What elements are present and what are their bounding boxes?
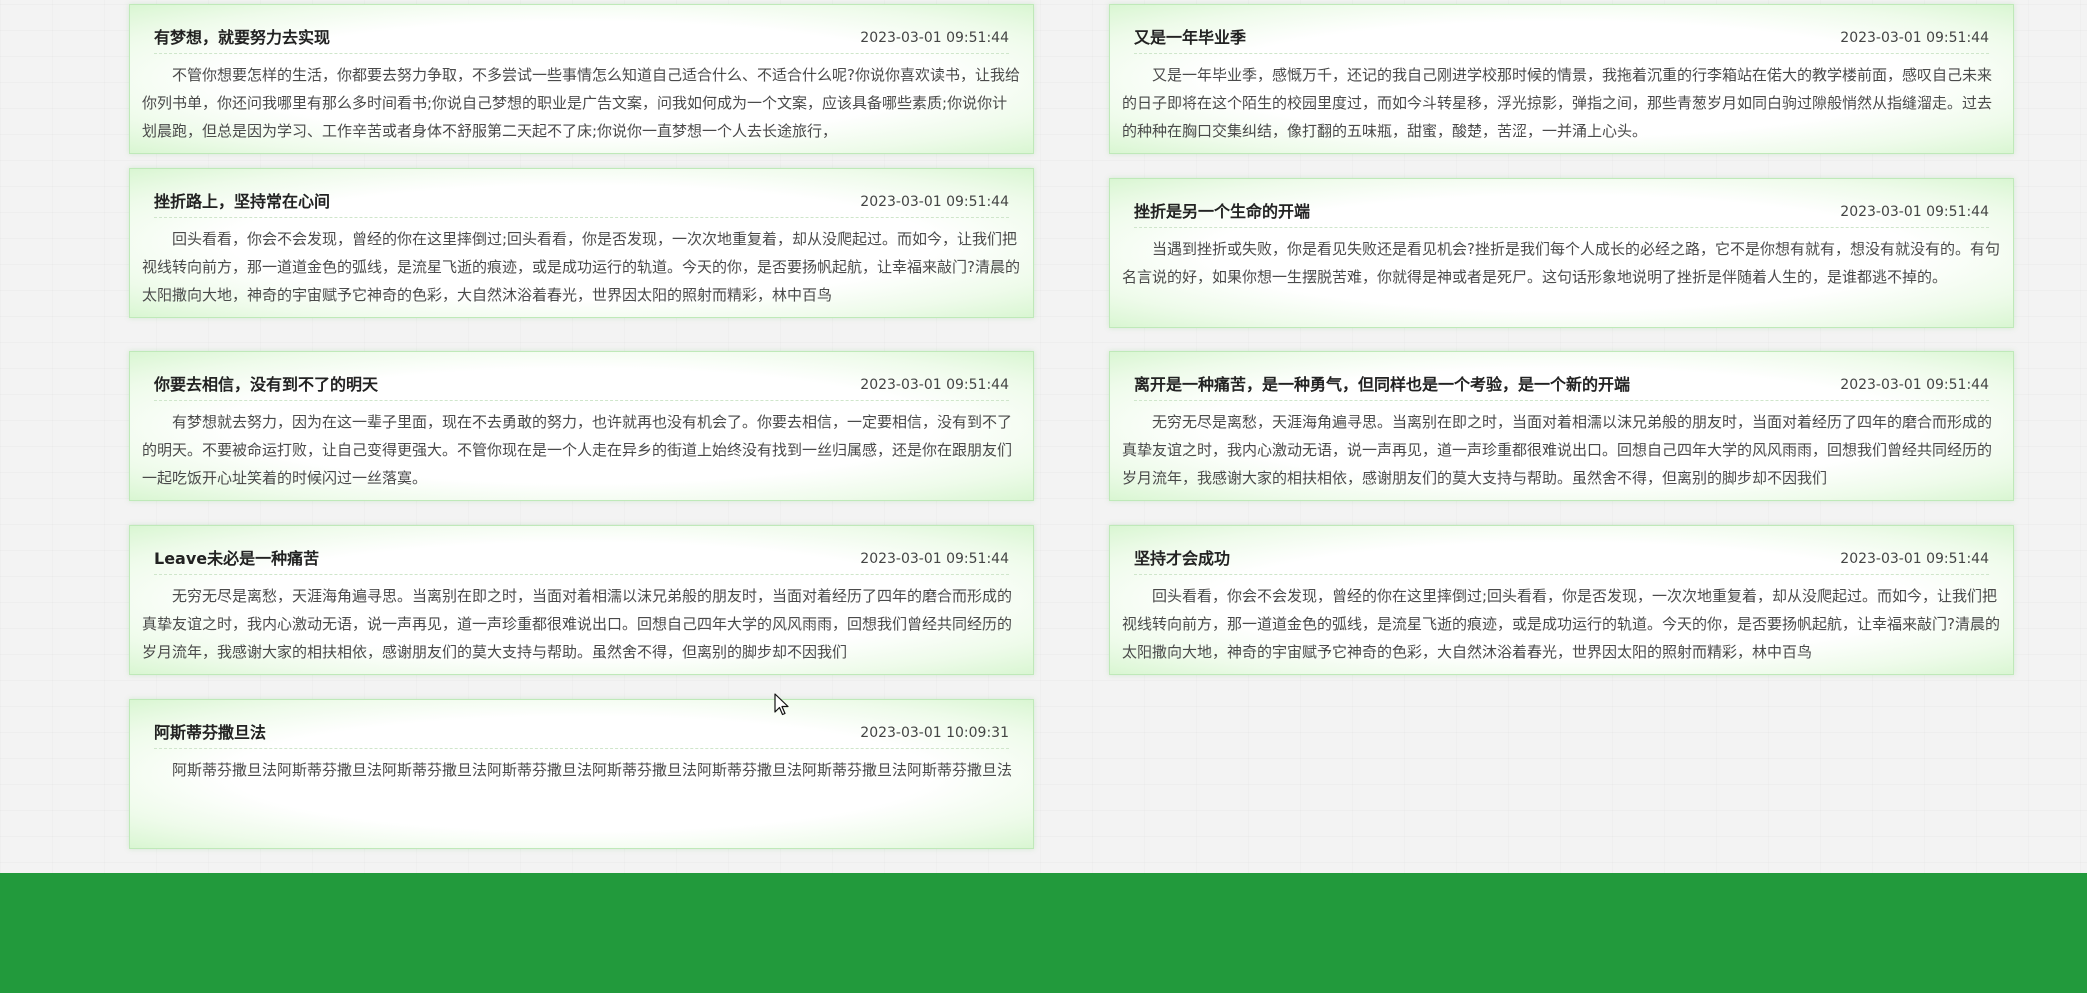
article-card-header: 有梦想，就要努力去实现 2023-03-01 09:51:44 [154, 27, 1009, 54]
article-card[interactable]: 阿斯蒂芬撒旦法 2023-03-01 10:09:31 阿斯蒂芬撒旦法阿斯蒂芬撒… [129, 699, 1034, 849]
article-excerpt: 有梦想就去努力，因为在这一辈子里面，现在不去勇敢的努力，也许就再也没有机会了。你… [142, 413, 1013, 487]
article-date: 2023-03-01 09:51:44 [1840, 551, 1989, 567]
article-date: 2023-03-01 09:51:44 [860, 194, 1009, 210]
article-excerpt: 回头看看，你会不会发现，曾经的你在这里摔倒过;回头看看，你是否发现，一次次地重复… [142, 230, 1020, 304]
article-excerpt: 回头看看，你会不会发现，曾经的你在这里摔倒过;回头看看，你是否发现，一次次地重复… [1122, 587, 2000, 661]
article-date: 2023-03-01 10:09:31 [860, 725, 1009, 741]
mouse-pointer-icon [774, 693, 790, 717]
article-excerpt: 阿斯蒂芬撒旦法阿斯蒂芬撒旦法阿斯蒂芬撒旦法阿斯蒂芬撒旦法阿斯蒂芬撒旦法阿斯蒂芬撒… [172, 761, 1013, 779]
footer-bar [0, 873, 2087, 993]
article-card-header: 阿斯蒂芬撒旦法 2023-03-01 10:09:31 [154, 722, 1009, 749]
article-date: 2023-03-01 09:51:44 [1840, 204, 1989, 220]
article-title-link[interactable]: 阿斯蒂芬撒旦法 [154, 722, 266, 744]
article-excerpt: 又是一年毕业季，感慨万千，还记的我自己刚进学校那时候的情景，我拖着沉重的行李箱站… [1122, 66, 1993, 140]
article-card-header: 挫折路上，坚持常在心间 2023-03-01 09:51:44 [154, 191, 1009, 218]
article-date: 2023-03-01 09:51:44 [1840, 30, 1989, 46]
article-title-link[interactable]: 有梦想，就要努力去实现 [154, 27, 330, 49]
article-card[interactable]: 有梦想，就要努力去实现 2023-03-01 09:51:44 不管你想要怎样的… [129, 4, 1034, 154]
article-title-link[interactable]: 你要去相信，没有到不了的明天 [154, 374, 378, 396]
article-card[interactable]: 离开是一种痛苦，是一种勇气，但同样也是一个考验，是一个新的开端 2023-03-… [1109, 351, 2014, 501]
article-title-link[interactable]: 离开是一种痛苦，是一种勇气，但同样也是一个考验，是一个新的开端 [1134, 374, 1630, 396]
article-title-link[interactable]: 又是一年毕业季 [1134, 27, 1246, 49]
article-title-link[interactable]: 坚持才会成功 [1134, 548, 1230, 570]
article-card[interactable]: 你要去相信，没有到不了的明天 2023-03-01 09:51:44 有梦想就去… [129, 351, 1034, 501]
article-card-header: Leave未必是一种痛苦 2023-03-01 09:51:44 [154, 548, 1009, 575]
article-card[interactable]: 又是一年毕业季 2023-03-01 09:51:44 又是一年毕业季，感慨万千… [1109, 4, 2014, 154]
article-card-header: 你要去相信，没有到不了的明天 2023-03-01 09:51:44 [154, 374, 1009, 401]
article-title-link[interactable]: Leave未必是一种痛苦 [154, 548, 319, 570]
article-date: 2023-03-01 09:51:44 [860, 30, 1009, 46]
article-card[interactable]: 坚持才会成功 2023-03-01 09:51:44 回头看看，你会不会发现，曾… [1109, 525, 2014, 675]
article-card-header: 坚持才会成功 2023-03-01 09:51:44 [1134, 548, 1989, 575]
article-excerpt: 无穷无尽是离愁，天涯海角遍寻思。当离别在即之时，当面对着相濡以沫兄弟般的朋友时，… [1122, 413, 1993, 487]
article-card-header: 又是一年毕业季 2023-03-01 09:51:44 [1134, 27, 1989, 54]
article-card[interactable]: 挫折路上，坚持常在心间 2023-03-01 09:51:44 回头看看，你会不… [129, 168, 1034, 318]
article-excerpt: 当遇到挫折或失败，你是看见失败还是看见机会?挫折是我们每个人成长的必经之路，它不… [1122, 240, 2000, 286]
article-title-link[interactable]: 挫折路上，坚持常在心间 [154, 191, 330, 213]
article-date: 2023-03-01 09:51:44 [1840, 377, 1989, 393]
article-card[interactable]: Leave未必是一种痛苦 2023-03-01 09:51:44 无穷无尽是离愁… [129, 525, 1034, 675]
article-card-header: 挫折是另一个生命的开端 2023-03-01 09:51:44 [1134, 201, 1989, 228]
article-excerpt: 不管你想要怎样的生活，你都要去努力争取，不多尝试一些事情怎么知道自己适合什么、不… [142, 66, 1020, 140]
article-date: 2023-03-01 09:51:44 [860, 551, 1009, 567]
article-excerpt: 无穷无尽是离愁，天涯海角遍寻思。当离别在即之时，当面对着相濡以沫兄弟般的朋友时，… [142, 587, 1013, 661]
article-date: 2023-03-01 09:51:44 [860, 377, 1009, 393]
article-card[interactable]: 挫折是另一个生命的开端 2023-03-01 09:51:44 当遇到挫折或失败… [1109, 178, 2014, 328]
article-card-header: 离开是一种痛苦，是一种勇气，但同样也是一个考验，是一个新的开端 2023-03-… [1134, 374, 1989, 401]
article-title-link[interactable]: 挫折是另一个生命的开端 [1134, 201, 1310, 223]
